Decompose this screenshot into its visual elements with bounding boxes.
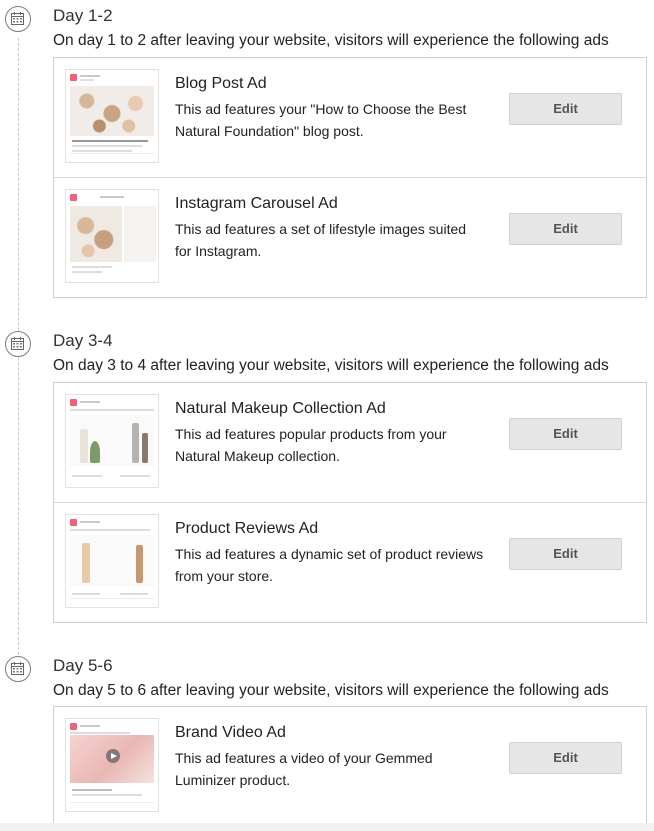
- natural-makeup-thumbnail: [65, 394, 159, 488]
- instagram-carousel-thumbnail: [65, 189, 159, 283]
- day-description: On day 1 to 2 after leaving your website…: [53, 32, 609, 49]
- ad-row-brand-video: Brand Video Ad This ad features a video …: [54, 707, 646, 827]
- edit-button[interactable]: Edit: [509, 213, 622, 245]
- day-description: On day 5 to 6 after leaving your website…: [53, 682, 609, 699]
- ad-description: This ad features a set of lifestyle imag…: [175, 221, 467, 259]
- day-title: Day 3-4: [53, 331, 113, 350]
- day-description: On day 3 to 4 after leaving your website…: [53, 357, 609, 374]
- blog-post-thumbnail: [65, 69, 159, 163]
- bottom-divider: [0, 823, 654, 831]
- ad-title: Blog Post Ad: [175, 75, 267, 92]
- calendar-icon: [5, 656, 31, 682]
- day-title: Day 1-2: [53, 6, 113, 25]
- ad-group: Blog Post Ad This ad features your "How …: [53, 57, 647, 298]
- ad-row-product-reviews: Product Reviews Ad This ad features a dy…: [54, 503, 646, 623]
- ad-description: This ad features your "How to Choose the…: [175, 101, 467, 139]
- edit-button[interactable]: Edit: [509, 538, 622, 570]
- play-icon: [106, 749, 120, 763]
- ad-description: This ad features a video of your Gemmed …: [175, 750, 433, 788]
- ad-title: Product Reviews Ad: [175, 520, 319, 537]
- edit-button[interactable]: Edit: [509, 93, 622, 125]
- day-title: Day 5-6: [53, 656, 113, 675]
- calendar-icon: [5, 331, 31, 357]
- ad-title: Instagram Carousel Ad: [175, 195, 338, 212]
- ad-row-blog-post: Blog Post Ad This ad features your "How …: [54, 58, 646, 178]
- ad-group: Natural Makeup Collection Ad This ad fea…: [53, 382, 647, 623]
- edit-button[interactable]: Edit: [509, 418, 622, 450]
- edit-button[interactable]: Edit: [509, 742, 622, 774]
- brand-video-thumbnail: [65, 718, 159, 812]
- ad-description: This ad features a dynamic set of produc…: [175, 546, 484, 584]
- ad-title: Natural Makeup Collection Ad: [175, 400, 386, 417]
- ad-row-instagram-carousel: Instagram Carousel Ad This ad features a…: [54, 178, 646, 298]
- calendar-icon: [5, 6, 31, 32]
- ad-group: Brand Video Ad This ad features a video …: [53, 706, 647, 826]
- ad-description: This ad features popular products from y…: [175, 426, 447, 464]
- product-reviews-thumbnail: [65, 514, 159, 608]
- ad-title: Brand Video Ad: [175, 724, 286, 741]
- ad-row-natural-makeup: Natural Makeup Collection Ad This ad fea…: [54, 383, 646, 503]
